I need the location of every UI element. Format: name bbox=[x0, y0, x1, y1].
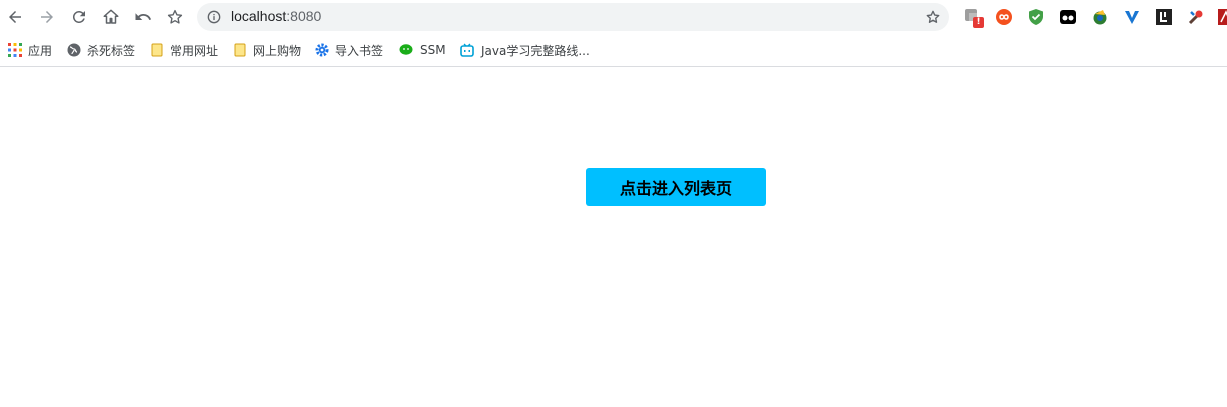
extension-globe[interactable] bbox=[1091, 8, 1109, 26]
gear-icon bbox=[315, 43, 329, 57]
forward-arrow-icon bbox=[41, 11, 53, 23]
home-icon bbox=[103, 9, 119, 24]
folder-icon bbox=[151, 43, 163, 57]
bilibili-icon bbox=[460, 43, 474, 57]
bookmark-ssm[interactable]: SSM bbox=[398, 41, 446, 59]
extension-pdf[interactable] bbox=[1218, 8, 1227, 26]
tools-icon bbox=[1188, 10, 1203, 25]
alert-badge: ! bbox=[973, 17, 984, 28]
tampermonkey-icon bbox=[1060, 10, 1076, 24]
undo-icon bbox=[135, 13, 152, 20]
extension-tools[interactable] bbox=[1187, 8, 1205, 26]
enter-list-page-button[interactable]: 点击进入列表页 bbox=[586, 168, 766, 206]
bookmark-folder-shopping[interactable]: 网上购物 bbox=[233, 41, 301, 59]
shield-icon bbox=[1029, 9, 1043, 25]
star-icon[interactable] bbox=[925, 9, 941, 25]
extension-shield[interactable] bbox=[1027, 8, 1045, 26]
bookmark-label: 常用网址 bbox=[170, 43, 219, 58]
globe-icon bbox=[67, 43, 81, 57]
bookmark-label: 网上购物 bbox=[253, 43, 302, 58]
undo-button[interactable] bbox=[131, 5, 155, 29]
url-host: localhost bbox=[231, 8, 287, 24]
bookmark-label: 应用 bbox=[28, 43, 53, 58]
back-arrow-icon bbox=[9, 11, 21, 23]
bookmark-label: 导入书签 bbox=[335, 43, 384, 58]
bookmark-folder-common-sites[interactable]: 常用网址 bbox=[150, 41, 218, 59]
bookmark-apps[interactable]: 应用 bbox=[8, 41, 52, 59]
reload-button[interactable] bbox=[67, 5, 91, 29]
browser-toolbar: localhost:8080 ! bbox=[0, 0, 1227, 34]
extension-leetcode[interactable] bbox=[1155, 8, 1173, 26]
bookmark-manager-button[interactable] bbox=[163, 5, 187, 29]
bookmark-import[interactable]: 导入书签 bbox=[315, 41, 383, 59]
folder-icon bbox=[234, 43, 246, 57]
extension-v[interactable] bbox=[1123, 8, 1141, 26]
apps-grid-icon bbox=[8, 43, 22, 57]
extension-tampermonkey[interactable] bbox=[1059, 8, 1077, 26]
bookmark-label: 杀死标签 bbox=[87, 43, 136, 58]
address-bar[interactable]: localhost:8080 bbox=[197, 3, 949, 31]
v-logo-icon bbox=[1125, 11, 1139, 24]
url-port: :8080 bbox=[286, 8, 322, 24]
star-icon bbox=[167, 9, 183, 24]
infinity-icon bbox=[996, 9, 1012, 25]
bookmark-kill-tabs[interactable]: 杀死标签 bbox=[67, 41, 135, 59]
forward-button[interactable] bbox=[35, 5, 59, 29]
extension-puzzle-alert[interactable]: ! bbox=[964, 8, 984, 28]
bookmark-label: Java学习完整路线... bbox=[481, 43, 590, 58]
globe-arrow-icon bbox=[1093, 10, 1107, 25]
url-text[interactable]: localhost:8080 bbox=[231, 8, 321, 24]
bookmark-label: SSM bbox=[420, 43, 446, 57]
pdf-icon bbox=[1218, 9, 1227, 25]
extension-infinity[interactable] bbox=[995, 8, 1013, 26]
back-button[interactable] bbox=[3, 5, 27, 29]
home-button[interactable] bbox=[99, 5, 123, 29]
wechat-icon bbox=[399, 44, 413, 55]
bookmark-java-roadmap[interactable]: Java学习完整路线... bbox=[459, 41, 590, 59]
bookmarks-bar: 应用 杀死标签 常用网址 网上购物 导入书签 SSM Java学习完整路线... bbox=[0, 34, 1227, 67]
reload-icon bbox=[72, 10, 85, 23]
info-icon[interactable] bbox=[207, 10, 221, 24]
box-logo-icon bbox=[1156, 9, 1172, 25]
